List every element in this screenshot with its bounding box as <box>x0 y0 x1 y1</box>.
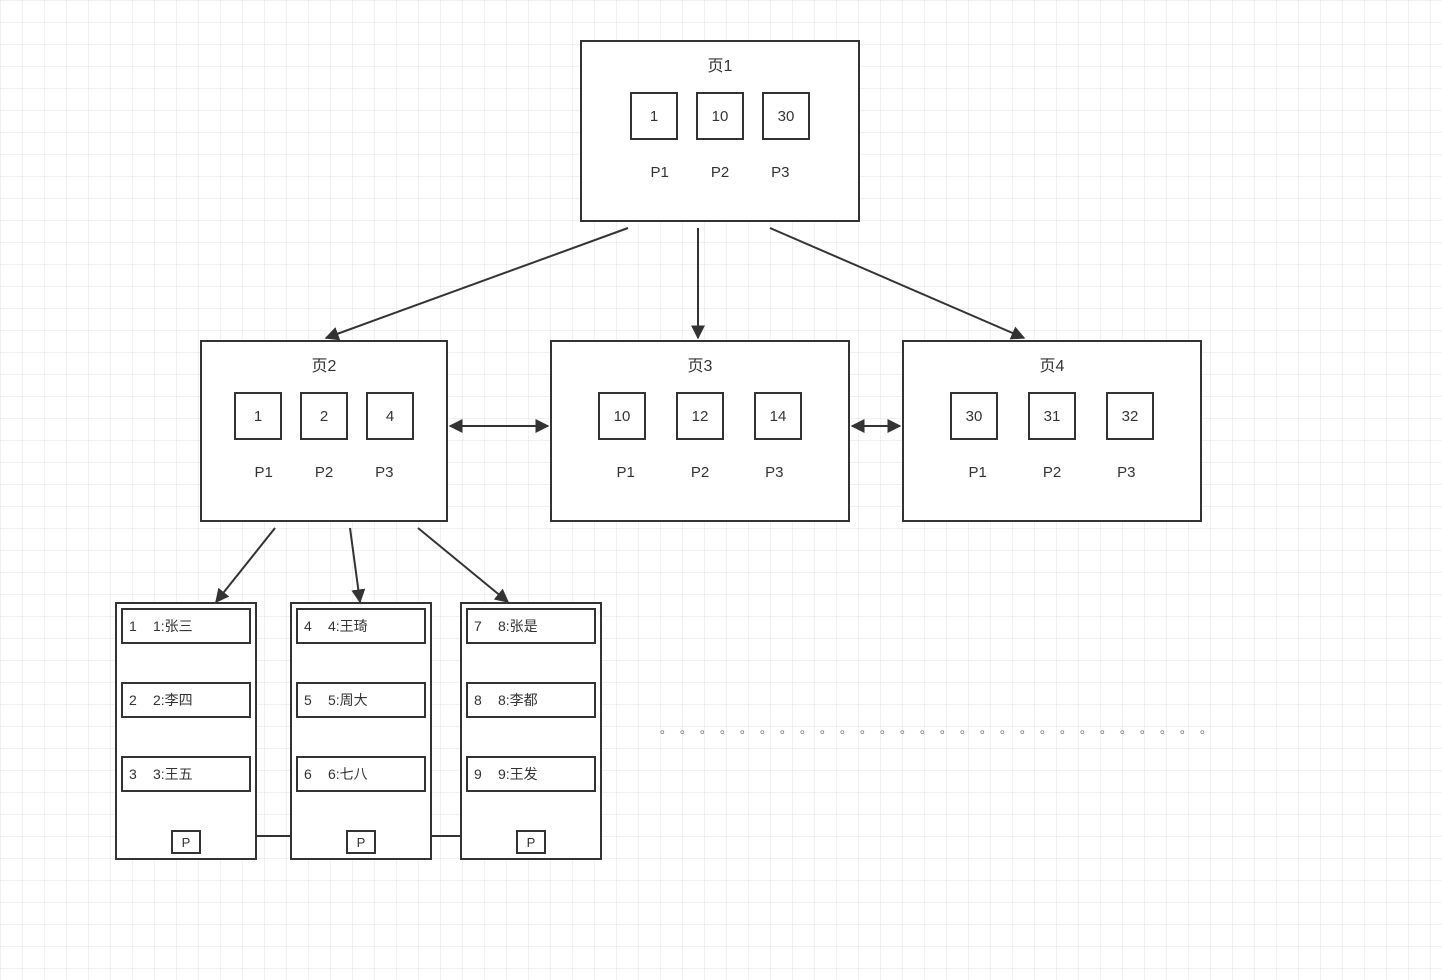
leaf-3-row-0: 78:张是 <box>466 608 596 644</box>
edge-p2-l1 <box>216 528 275 602</box>
page-2-ptr-2: P3 <box>375 464 393 481</box>
page-3-key-0: 10 <box>598 392 646 440</box>
page-1-key-1: 10 <box>696 92 744 140</box>
edge-p1-p4 <box>770 228 1024 338</box>
page-4-ptr-1: P2 <box>1043 464 1061 481</box>
edge-p1-p2 <box>326 228 628 338</box>
page-2-pointers: P1 P2 P3 <box>202 464 446 481</box>
page-1-pointers: P1 P2 P3 <box>582 164 858 181</box>
page-2: 页2 1 2 4 P1 P2 P3 <box>200 340 448 522</box>
page-4: 页4 30 31 32 P1 P2 P3 <box>902 340 1202 522</box>
page-3-keys: 10 12 14 <box>552 392 848 440</box>
leaf-2: 44:王琦 55:周大 66:七八 P <box>290 602 432 860</box>
leaf-2-row-0: 44:王琦 <box>296 608 426 644</box>
leaf-1: 11:张三 22:李四 33:王五 P <box>115 602 257 860</box>
page-1-key-0: 1 <box>630 92 678 140</box>
page-1-keys: 1 10 30 <box>582 92 858 140</box>
leaf-1-p: P <box>171 830 201 854</box>
page-4-keys: 30 31 32 <box>904 392 1200 440</box>
page-1-ptr-1: P2 <box>711 164 729 181</box>
page-3-title: 页3 <box>552 352 848 376</box>
page-3-ptr-0: P1 <box>616 464 634 481</box>
page-2-key-1: 2 <box>300 392 348 440</box>
page-1-title: 页1 <box>582 52 858 76</box>
edge-p2-l3 <box>418 528 508 602</box>
leaf-2-p: P <box>346 830 376 854</box>
leaf-1-row-0: 11:张三 <box>121 608 251 644</box>
page-4-key-1: 31 <box>1028 392 1076 440</box>
page-1-ptr-0: P1 <box>650 164 668 181</box>
leaf-3: 78:张是 88:李都 99:王发 P <box>460 602 602 860</box>
page-1: 页1 1 10 30 P1 P2 P3 <box>580 40 860 222</box>
page-4-ptr-2: P3 <box>1117 464 1135 481</box>
page-2-key-2: 4 <box>366 392 414 440</box>
page-4-pointers: P1 P2 P3 <box>904 464 1200 481</box>
page-3-ptr-2: P3 <box>765 464 783 481</box>
page-4-key-2: 32 <box>1106 392 1154 440</box>
page-3-pointers: P1 P2 P3 <box>552 464 848 481</box>
page-2-ptr-0: P1 <box>254 464 272 481</box>
edge-p2-l2 <box>350 528 360 602</box>
page-3: 页3 10 12 14 P1 P2 P3 <box>550 340 850 522</box>
page-4-title: 页4 <box>904 352 1200 376</box>
page-1-ptr-2: P3 <box>771 164 789 181</box>
leaf-1-row-2: 33:王五 <box>121 756 251 792</box>
page-3-key-2: 14 <box>754 392 802 440</box>
page-3-ptr-1: P2 <box>691 464 709 481</box>
leaf-3-row-1: 88:李都 <box>466 682 596 718</box>
page-2-ptr-1: P2 <box>315 464 333 481</box>
leaf-2-row-2: 66:七八 <box>296 756 426 792</box>
page-1-key-2: 30 <box>762 92 810 140</box>
page-3-key-1: 12 <box>676 392 724 440</box>
page-4-key-0: 30 <box>950 392 998 440</box>
page-4-ptr-0: P1 <box>968 464 986 481</box>
ellipsis-dots: 。。。。。。。。。。。。。。。。。。。。。。。。。。。。 <box>660 720 1226 737</box>
page-2-title: 页2 <box>202 352 446 376</box>
leaf-3-row-2: 99:王发 <box>466 756 596 792</box>
leaf-1-row-1: 22:李四 <box>121 682 251 718</box>
page-2-key-0: 1 <box>234 392 282 440</box>
leaf-2-row-1: 55:周大 <box>296 682 426 718</box>
page-2-keys: 1 2 4 <box>202 392 446 440</box>
leaf-3-p: P <box>516 830 546 854</box>
